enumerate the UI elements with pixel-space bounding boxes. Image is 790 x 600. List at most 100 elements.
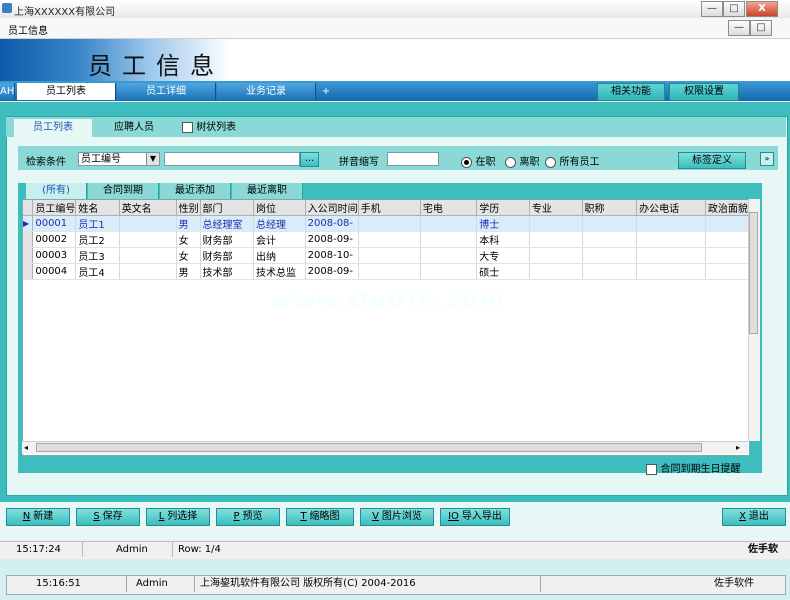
table-row[interactable]: 00002 员工2 女财务部 会计 2008-09- 本科 xyxy=(23,231,749,248)
table-cell[interactable]: 男 xyxy=(176,263,201,280)
column-header[interactable]: 姓名 xyxy=(75,200,120,216)
table-cell[interactable]: 员工1 xyxy=(75,215,120,232)
tree-list-checkbox[interactable] xyxy=(182,121,193,133)
column-header[interactable]: 英文名 xyxy=(119,200,177,216)
table-cell[interactable] xyxy=(636,231,706,248)
column-header[interactable]: 职称 xyxy=(582,200,638,216)
table-cell[interactable]: 硕士 xyxy=(476,263,530,280)
inner-restore-button[interactable]: □ xyxy=(750,20,772,36)
pinyin-input[interactable] xyxy=(387,152,439,166)
table-cell[interactable] xyxy=(582,215,638,232)
table-cell[interactable]: 00001 xyxy=(32,215,77,232)
table-cell[interactable]: 技术部 xyxy=(200,263,255,280)
table-cell[interactable] xyxy=(705,247,749,264)
table-cell[interactable]: 总经理 xyxy=(253,215,306,232)
column-header[interactable]: 手机 xyxy=(358,200,421,216)
table-cell[interactable]: 男 xyxy=(176,215,201,232)
table-cell[interactable] xyxy=(420,247,478,264)
thumbnail-button[interactable]: T 缩略图 xyxy=(286,508,354,526)
browse-button[interactable]: ... xyxy=(300,152,319,167)
table-cell[interactable]: 00004 xyxy=(32,263,77,280)
table-cell[interactable] xyxy=(420,215,478,232)
table-cell[interactable] xyxy=(636,247,706,264)
table-cell[interactable]: 财务部 xyxy=(200,247,255,264)
filter-tab-recently-added[interactable]: 最近添加 xyxy=(160,183,231,199)
column-select-button[interactable]: L 列选择 xyxy=(146,508,210,526)
table-cell[interactable]: 技术总监 xyxy=(253,263,306,280)
table-cell[interactable] xyxy=(420,231,478,248)
table-cell[interactable] xyxy=(358,247,421,264)
horizontal-scroll-thumb[interactable] xyxy=(36,443,702,452)
table-cell[interactable]: 员工3 xyxy=(75,247,120,264)
column-header[interactable]: 政治面貌 xyxy=(705,200,749,216)
table-cell[interactable]: 2008-09- xyxy=(305,263,359,280)
table-cell[interactable] xyxy=(636,215,706,232)
tab-employee-list[interactable]: 员工列表 xyxy=(17,83,116,100)
filter-tab-contract-expiry[interactable]: 合同到期 xyxy=(88,183,159,199)
tab-business-records[interactable]: 业务记录 xyxy=(217,83,316,100)
image-browse-button[interactable]: V 图片浏览 xyxy=(360,508,434,526)
row-selector[interactable] xyxy=(23,231,34,248)
table-cell[interactable]: 本科 xyxy=(476,231,530,248)
import-export-button[interactable]: IO 导入导出 xyxy=(440,508,510,526)
column-header[interactable]: 员工编号 xyxy=(32,200,77,216)
table-row[interactable]: ▶ 00001 员工1 男总经理室 总经理 2008-08- 博士 xyxy=(23,215,749,232)
table-row[interactable]: 00003 员工3 女财务部 出纳 2008-10- 大专 xyxy=(23,247,749,264)
scroll-right-icon[interactable]: ▸ xyxy=(736,443,740,452)
row-selector[interactable] xyxy=(23,247,34,264)
reminder-checkbox[interactable] xyxy=(646,463,657,475)
table-cell[interactable]: 大专 xyxy=(476,247,530,264)
column-header[interactable]: 宅电 xyxy=(420,200,478,216)
column-header[interactable]: 入公司时间 xyxy=(305,200,359,216)
table-cell[interactable] xyxy=(529,215,583,232)
table-cell[interactable]: 博士 xyxy=(476,215,530,232)
vertical-scroll-thumb[interactable] xyxy=(749,212,758,334)
search-input[interactable] xyxy=(164,152,300,166)
table-cell[interactable] xyxy=(529,247,583,264)
row-selector[interactable] xyxy=(23,263,34,280)
table-cell[interactable] xyxy=(705,231,749,248)
table-cell[interactable] xyxy=(529,263,583,280)
table-cell[interactable]: 会计 xyxy=(253,231,306,248)
tree-list-toggle[interactable]: 树状列表 xyxy=(182,119,262,137)
table-cell[interactable] xyxy=(358,215,421,232)
save-button[interactable]: S 保存 xyxy=(76,508,140,526)
table-cell[interactable]: 2008-10- xyxy=(305,247,359,264)
preview-button[interactable]: P 预览 xyxy=(216,508,280,526)
table-row[interactable]: 00004 员工4 男技术部 技术总监 2008-09- 硕士 xyxy=(23,263,749,280)
column-header[interactable]: 学历 xyxy=(476,200,530,216)
table-cell[interactable] xyxy=(358,231,421,248)
table-cell[interactable]: 总经理室 xyxy=(200,215,255,232)
status-radio-resigned[interactable]: 离职 xyxy=(505,153,540,168)
collapse-icon[interactable]: » xyxy=(760,152,774,166)
table-cell[interactable]: 员工4 xyxy=(75,263,120,280)
reminder-toggle[interactable]: 合同到期生日提醒 xyxy=(646,460,741,475)
table-cell[interactable]: 女 xyxy=(176,231,201,248)
tab-employee-detail[interactable]: 员工详细 xyxy=(117,83,216,100)
filter-tab-recently-left[interactable]: 最近离职 xyxy=(232,183,303,199)
filter-tab-all[interactable]: (所有) xyxy=(26,183,87,199)
table-cell[interactable] xyxy=(119,247,177,264)
row-selector[interactable]: ▶ xyxy=(23,215,34,232)
table-cell[interactable] xyxy=(119,263,177,280)
related-functions-button[interactable]: 相关功能 xyxy=(597,83,665,101)
column-header[interactable]: 部门 xyxy=(200,200,255,216)
subtab-employee-list[interactable]: 员工列表 xyxy=(14,119,92,137)
status-radio-all[interactable]: 所有员工 xyxy=(545,153,600,168)
scroll-left-icon[interactable]: ◂ xyxy=(24,443,28,452)
table-cell[interactable] xyxy=(529,231,583,248)
column-header[interactable]: 性别 xyxy=(176,200,201,216)
table-cell[interactable] xyxy=(119,231,177,248)
table-cell[interactable] xyxy=(358,263,421,280)
add-tab-button[interactable]: + xyxy=(317,83,335,100)
table-cell[interactable] xyxy=(420,263,478,280)
table-cell[interactable]: 财务部 xyxy=(200,231,255,248)
table-cell[interactable]: 00003 xyxy=(32,247,77,264)
subtab-applicants[interactable]: 应聘人员 xyxy=(94,119,174,137)
new-button[interactable]: N 新建 xyxy=(6,508,70,526)
status-radio-active[interactable]: 在职 xyxy=(461,153,496,168)
search-field-select[interactable]: 员工编号 ▼ xyxy=(78,152,160,166)
tab-ah[interactable]: AH xyxy=(0,83,15,100)
column-header[interactable]: 专业 xyxy=(529,200,583,216)
close-button[interactable]: X xyxy=(746,1,778,17)
